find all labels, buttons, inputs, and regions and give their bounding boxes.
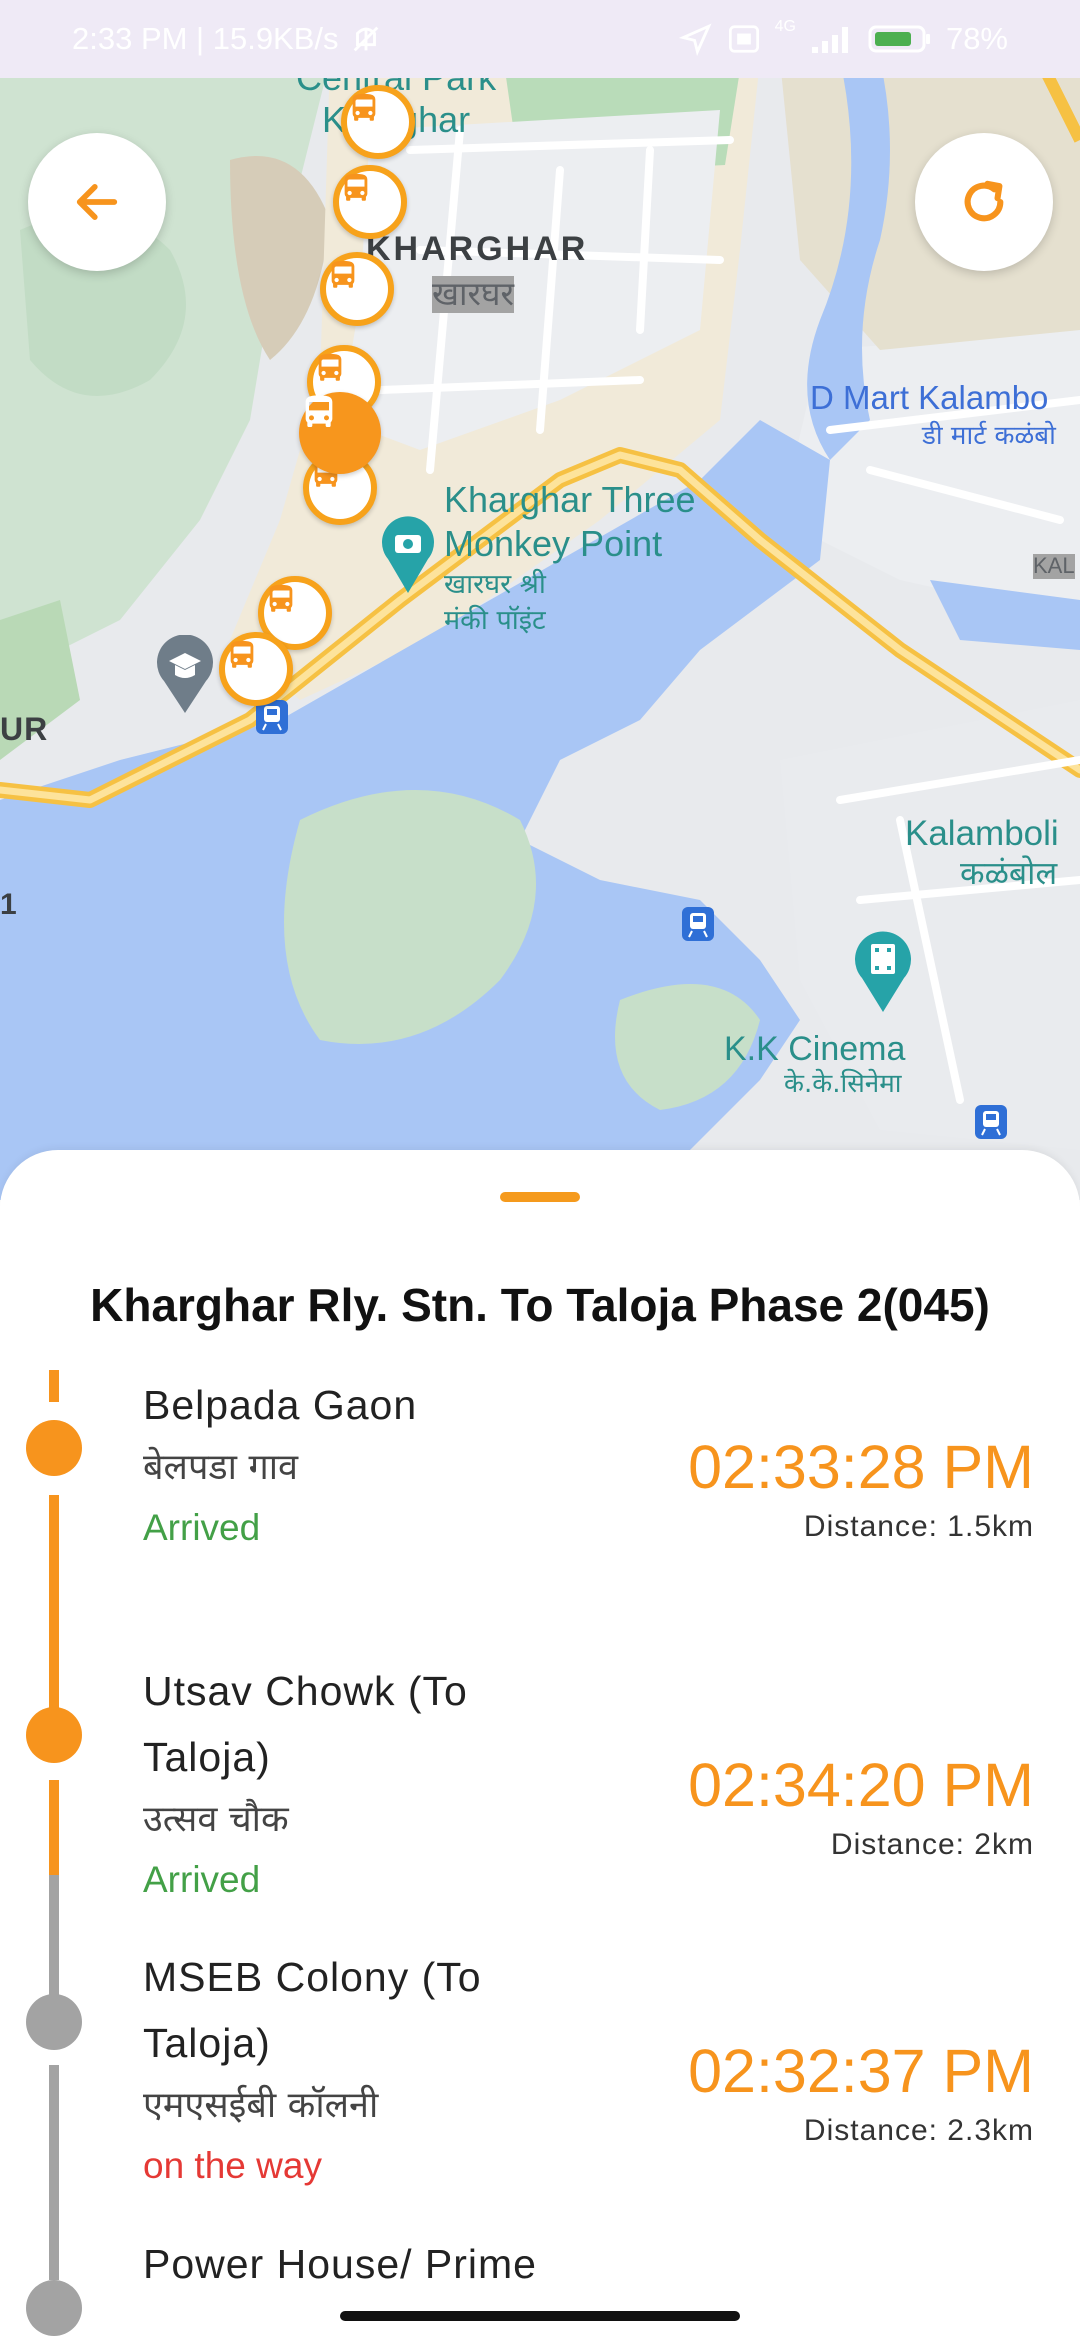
map-label-kk-cinema: K.K Cinema [724,1030,906,1068]
bus-icon [305,395,333,427]
train-station-icon[interactable] [682,907,714,941]
bus-stop-marker[interactable] [341,85,415,159]
live-bus-marker[interactable] [299,392,381,474]
school-poi-icon[interactable] [155,635,215,715]
train-station-icon[interactable] [975,1105,1007,1139]
map-label-kalamboli-local: कळंबोल [960,854,1058,892]
map-label-monkey-point-1: Kharghar Three [444,479,696,520]
signal-icon [811,27,848,53]
eta-distance: Distance: 2.3km [803,2114,1034,2147]
bus-icon [344,173,368,201]
stop-dot-arrived [26,1707,82,1763]
stop-eta: 02:34:20 PM Distance: 2km [688,1750,1034,1870]
home-indicator[interactable] [340,2311,740,2321]
refresh-icon [964,180,1004,222]
map-label-monkey-point-2: Monkey Point [444,523,663,564]
bus-icon [352,93,376,121]
eta-time: 02:34:20 PM [688,1751,1034,1819]
map-label-one: 1 [0,888,17,921]
bus-icon [230,640,254,668]
battery-icon [868,25,930,53]
status-bar: 2:33 PM | 15.9KB/s 4G 78% [0,0,1080,78]
map-label-dmart: D Mart Kalambo [810,379,1049,416]
timeline-segment [49,2065,59,2280]
refresh-button[interactable] [915,133,1053,271]
cinema-poi-icon[interactable] [853,930,913,1014]
mute-icon [353,26,378,52]
timeline-segment [49,1370,59,1402]
battery-percent: 78% [945,21,1008,56]
status-bar-right: 4G 78% [678,18,1008,57]
arrow-left-icon [76,184,118,220]
sheet-drag-handle[interactable] [500,1192,580,1202]
stop-name-line1: MSEB Colony (To [143,1954,482,2000]
map-label-monkey-local-2: मंकी पॉइंट [444,605,546,636]
eta-distance: Distance: 2km [830,1828,1034,1861]
stop-dot-pending [26,2280,82,2336]
stop-dot-arrived [26,1420,82,1476]
bus-tracking-screen: Central Park Kharghar KHARGHAR खारघर Kha… [0,0,1080,2340]
status-bar-left: 2:33 PM | 15.9KB/s [72,21,383,57]
eta-distance: Distance: 1.5km [803,1510,1034,1543]
bus-icon [331,260,355,288]
back-button[interactable] [28,133,166,271]
map-label-kal: KAL [1033,553,1075,579]
map-label-kharghar: KHARGHAR [366,230,589,268]
sim-icon [728,25,759,53]
route-bottom-sheet[interactable]: Kharghar Rly. Stn. To Taloja Phase 2(045… [0,1150,1080,2340]
bus-icon [269,584,293,612]
map-label-kk-cinema-local: के.के.सिनेमा [784,1069,902,1099]
camera-poi-icon[interactable] [380,515,436,595]
stop-name-line1: Utsav Chowk (To [143,1668,468,1714]
route-title: Kharghar Rly. Stn. To Taloja Phase 2(045… [90,1279,990,1331]
map-label-kalamboli: Kalamboli [905,814,1059,853]
bus-stop-marker[interactable] [333,165,407,239]
stop-dot-pending [26,1994,82,2050]
eta-time: 02:33:28 PM [688,1433,1034,1501]
timeline-segment [49,1875,59,2000]
network-type: 4G [774,18,796,35]
map-label-dmart-local: डी मार्ट कळंबो [922,421,1056,451]
stop-name: Power House/ Prime [143,2241,537,2287]
stop-eta: 02:33:28 PM Distance: 1.5km [688,1432,1034,1552]
status-time-speed: 2:33 PM | 15.9KB/s [72,21,339,56]
eta-time: 02:32:37 PM [688,2037,1034,2105]
stop-eta: 02:32:37 PM Distance: 2.3km [688,2036,1034,2156]
stop-item[interactable]: Power House/ Prime [143,2231,1043,2297]
stop-name: Belpada Gaon [143,1382,418,1428]
bus-icon [318,353,342,381]
bus-stop-marker[interactable] [219,632,293,706]
map-label-ur: UR [0,711,49,747]
location-arrow-icon [678,23,712,56]
bus-stop-marker[interactable] [320,252,394,326]
map-label-kharghar-local: खारघर [432,274,515,313]
map-label-monkey-local-1: खारघर श्री [444,569,546,600]
timeline-segment [49,1780,59,1875]
